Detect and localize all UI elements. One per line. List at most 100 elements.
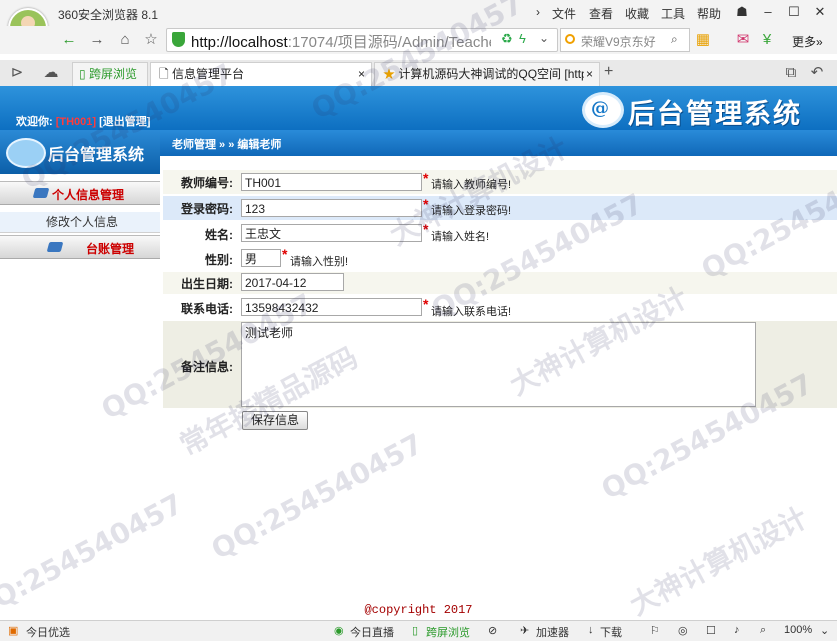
more-button[interactable]: 更多»	[792, 33, 823, 50]
password-input[interactable]: 123	[241, 199, 422, 217]
phone-icon: ▯	[79, 67, 86, 81]
today-live-link[interactable]: 今日直播	[350, 624, 394, 640]
address-text[interactable]: http://localhost:17074/项目源码/Admin/Teache…	[191, 31, 491, 52]
gender-hint: 请输入性别!	[290, 256, 349, 268]
accelerator-link[interactable]: 加速器	[536, 624, 569, 640]
required-mark: *	[423, 296, 429, 312]
favorite-star-icon[interactable]: ☆	[140, 29, 162, 51]
forward-icon[interactable]: →	[86, 29, 108, 51]
skin-icon[interactable]: ☗	[731, 2, 753, 22]
app-title: 360安全浏览器 8.1	[58, 8, 159, 22]
flag-icon[interactable]: ⚐	[650, 624, 660, 637]
sidebar-title: 后台管理系统	[48, 147, 145, 164]
coin-icon[interactable]: ¥	[756, 29, 778, 51]
name-hint: 请输入姓名!	[431, 231, 490, 243]
phone-input[interactable]: 13598432432	[241, 298, 422, 316]
search-input[interactable]: 荣耀V9京东好	[581, 33, 656, 50]
window-icon[interactable]: ☐	[706, 624, 716, 637]
search-box[interactable]: 荣耀V9京东好 ⌕	[560, 28, 690, 52]
phone-label: 联系电话:	[181, 302, 233, 316]
tab-close-icon[interactable]: ×	[583, 63, 593, 85]
maximize-icon[interactable]: ☐	[783, 2, 805, 22]
breadcrumb: 老师管理 » » 编辑老师	[172, 139, 282, 151]
search-icon[interactable]: ⌕	[671, 32, 678, 47]
sidebar-section-personal[interactable]: 个人信息管理	[0, 181, 160, 205]
required-mark: *	[282, 246, 288, 262]
phone-hint: 请输入联系电话!	[431, 306, 512, 318]
system-logo-icon: @	[582, 92, 624, 128]
address-bar[interactable]: http://localhost:17074/项目源码/Admin/Teache…	[166, 28, 558, 52]
extensions-grid-icon[interactable]: ▦	[692, 29, 714, 51]
search-engine-icon	[565, 34, 575, 44]
today-picks-link[interactable]: 今日优选	[26, 624, 70, 640]
home-icon[interactable]: ⌂	[114, 29, 136, 51]
menu-help[interactable]: 帮助	[697, 5, 721, 22]
cloud-icon[interactable]: ☁	[40, 62, 62, 84]
secure-shield-icon	[172, 32, 185, 47]
teacher-id-label: 教师编号:	[181, 176, 233, 190]
zoom-dropdown-icon[interactable]: ⌄	[820, 624, 829, 637]
tab-cross-screen[interactable]: ▯ 跨屏浏览	[72, 62, 148, 87]
close-window-icon[interactable]: ✕	[809, 2, 831, 22]
cross-screen-link[interactable]: 跨屏浏览	[426, 624, 470, 640]
section-icon	[32, 188, 50, 198]
browser-icon[interactable]: ◎	[678, 624, 688, 637]
system-title: 后台管理系统	[628, 99, 802, 130]
tab-close-icon[interactable]: ×	[358, 63, 365, 85]
password-hint: 请输入登录密码!	[431, 205, 512, 217]
birthday-input[interactable]: 2017-04-12	[241, 273, 344, 291]
birthday-label: 出生日期:	[181, 277, 233, 291]
rocket-icon: ✈	[520, 625, 530, 637]
new-tab-button[interactable]: +	[604, 63, 613, 81]
tab-info-platform[interactable]: 🗋 信息管理平台 ×	[150, 62, 372, 88]
gender-label: 性别:	[205, 253, 233, 267]
required-mark: *	[423, 221, 429, 237]
undo-close-icon[interactable]: ↶	[806, 62, 828, 84]
gift-icon[interactable]: ▣	[8, 624, 18, 637]
remark-label: 备注信息:	[181, 360, 233, 374]
live-icon: ◉	[334, 625, 344, 637]
menu-file[interactable]: 文件	[552, 5, 576, 22]
page-icon: 🗋	[159, 67, 169, 81]
speed-icon[interactable]: ⊘	[488, 624, 497, 637]
teacher-id-input[interactable]: TH001	[241, 173, 422, 191]
star-icon: ★	[383, 67, 396, 81]
refresh-recycle-icon[interactable]: ♻	[501, 31, 513, 47]
lightning-icon[interactable]: ϟ	[519, 31, 526, 46]
tab-qq-space[interactable]: ★ 计算机源码大神调试的QQ空间 [http: ×	[374, 62, 600, 87]
required-mark: *	[423, 170, 429, 186]
sidebar-item-edit-personal[interactable]: 修改个人信息	[0, 212, 160, 233]
menu-view[interactable]: 查看	[589, 5, 613, 22]
mail-icon[interactable]: ✉	[732, 29, 754, 51]
phone-icon: ▯	[412, 625, 419, 637]
sidebar-toggle-icon[interactable]: ⊳	[6, 62, 28, 84]
name-input[interactable]: 王忠文	[241, 224, 422, 242]
watermark-qq: QQ:254540457	[205, 426, 429, 567]
save-button[interactable]: 保存信息	[242, 411, 308, 430]
current-user: [TH001]	[55, 116, 97, 128]
download-icon: ↓	[588, 624, 594, 636]
name-label: 姓名:	[205, 228, 233, 242]
required-mark: *	[423, 196, 429, 212]
welcome-text: 欢迎你: [TH001] [退出管理]	[16, 116, 151, 128]
sound-icon[interactable]: ♪	[734, 624, 740, 636]
remark-textarea[interactable]: 测试老师	[241, 322, 756, 407]
logout-link[interactable]: [退出管理]	[99, 116, 150, 128]
zoom-level[interactable]: 100%	[784, 624, 812, 636]
menu-arrow-icon[interactable]: ›	[536, 5, 540, 19]
back-icon[interactable]: ←	[58, 29, 80, 51]
copyright: @copyright 2017	[364, 603, 473, 617]
menu-tools[interactable]: 工具	[661, 5, 685, 22]
menu-favorites[interactable]: 收藏	[625, 5, 649, 22]
sidebar-section-account[interactable]: 台账管理	[0, 235, 160, 259]
sidebar-logo-icon	[6, 138, 46, 168]
zoom-search-icon[interactable]: ⌕	[760, 624, 766, 637]
gender-input[interactable]: 男	[241, 249, 281, 267]
section-icon	[46, 242, 64, 252]
password-label: 登录密码:	[181, 202, 233, 216]
download-link[interactable]: 下载	[600, 624, 622, 640]
teacher-id-hint: 请输入教师编号!	[431, 179, 512, 191]
tab-restore-icon[interactable]: ⧉	[780, 62, 802, 84]
minimize-icon[interactable]: –	[757, 2, 779, 22]
address-dropdown-icon[interactable]: ⌄	[539, 31, 549, 45]
